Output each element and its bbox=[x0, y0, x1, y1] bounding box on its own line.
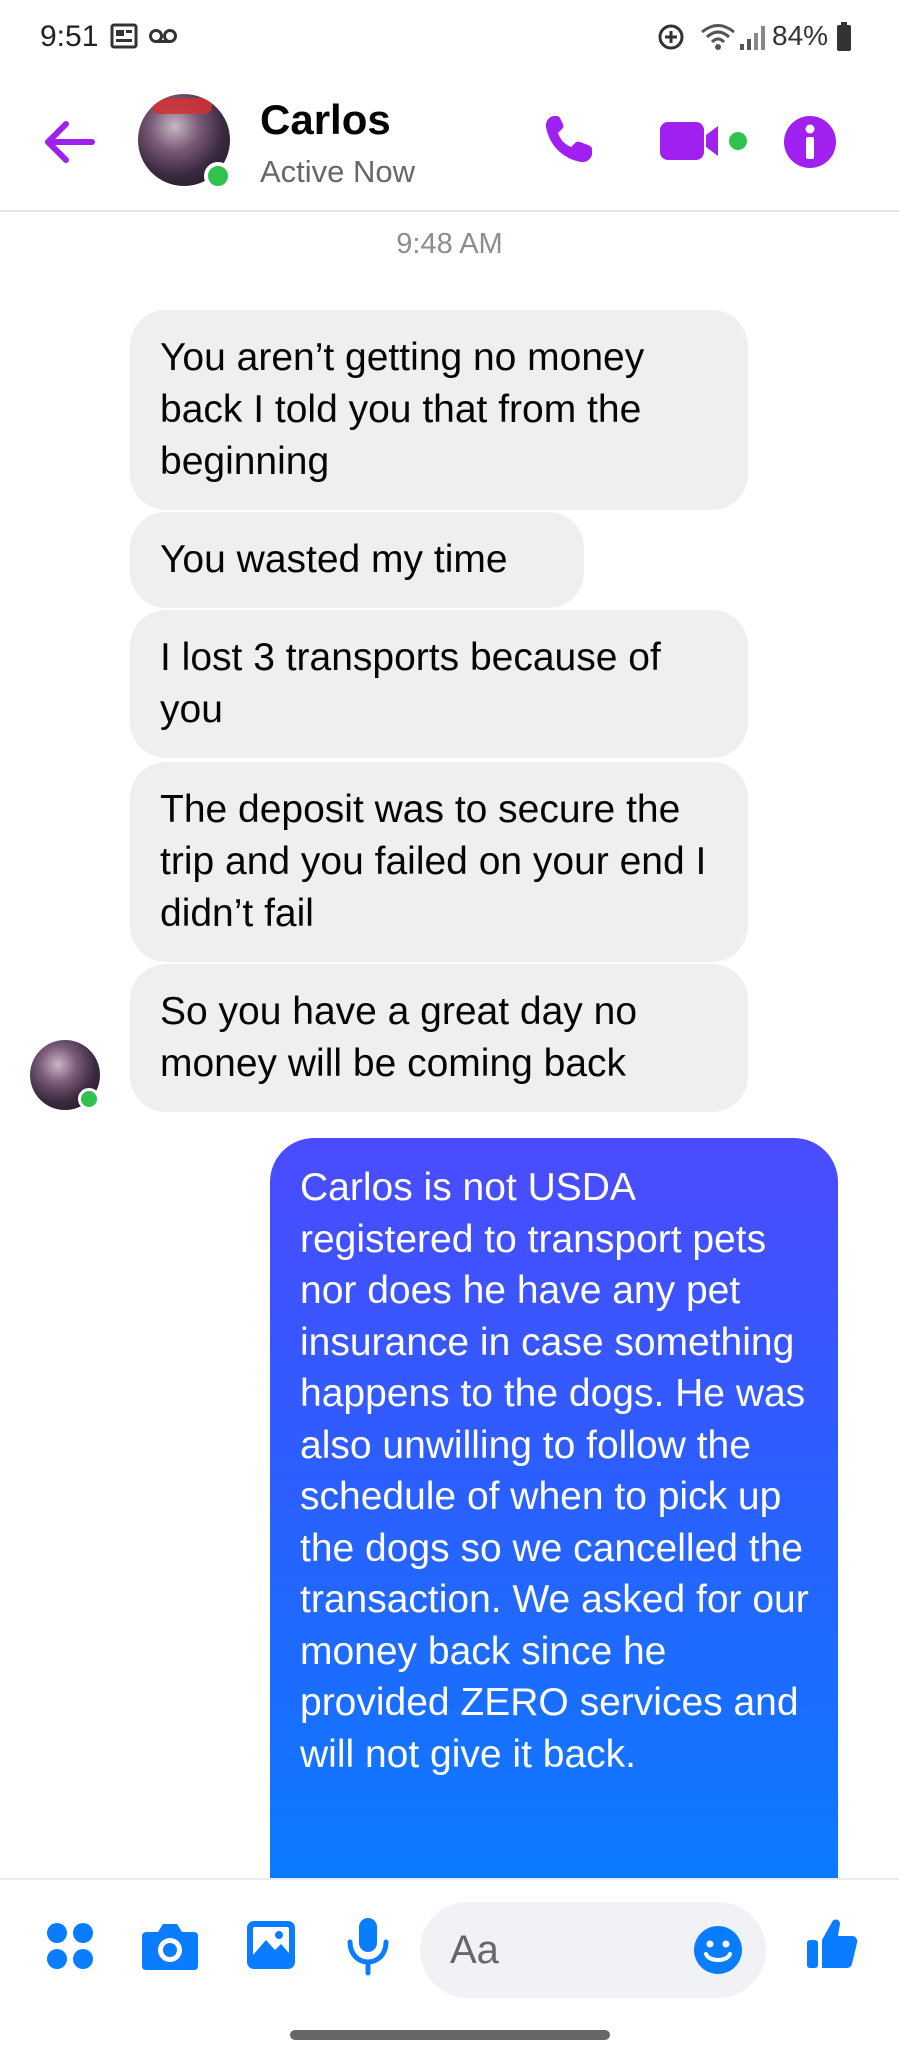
online-indicator bbox=[78, 1088, 100, 1110]
incoming-message[interactable]: I lost 3 transports because of you bbox=[130, 610, 748, 758]
status-bar: 9:51 84% bbox=[0, 0, 899, 74]
incoming-message[interactable]: You aren’t getting no money back I told … bbox=[130, 310, 748, 510]
back-arrow-icon[interactable] bbox=[40, 112, 100, 172]
signal-icon bbox=[740, 26, 765, 50]
contact-name[interactable]: Carlos bbox=[260, 96, 391, 144]
contact-status: Active Now bbox=[260, 154, 416, 189]
phone-call-icon[interactable] bbox=[540, 112, 596, 168]
news-icon bbox=[110, 23, 138, 49]
emoji-icon[interactable] bbox=[692, 1924, 744, 1976]
incoming-message[interactable]: So you have a great day no money will be… bbox=[130, 964, 748, 1112]
message-placeholder: Aa bbox=[450, 1928, 499, 1972]
message-input[interactable]: Aa bbox=[420, 1902, 766, 1998]
data-saver-icon bbox=[658, 24, 684, 50]
battery-icon bbox=[837, 22, 851, 51]
battery-percent: 84% bbox=[772, 20, 829, 51]
info-icon[interactable] bbox=[782, 114, 838, 170]
video-call-icon[interactable] bbox=[658, 118, 750, 164]
message-timestamp: 9:48 AM bbox=[396, 228, 503, 260]
online-indicator bbox=[204, 162, 232, 190]
incoming-message[interactable]: The deposit was to secure the trip and y… bbox=[130, 762, 748, 962]
wifi-icon bbox=[701, 24, 735, 50]
outgoing-message[interactable]: Carlos is not USDA registered to transpo… bbox=[270, 1138, 838, 1898]
message-composer: Aa bbox=[0, 1878, 899, 2048]
microphone-icon[interactable] bbox=[346, 1916, 390, 1976]
status-time: 9:51 bbox=[40, 20, 99, 53]
chat-header: Carlos Active Now bbox=[0, 74, 899, 212]
voicemail-icon bbox=[149, 29, 177, 43]
camera-icon[interactable] bbox=[140, 1920, 200, 1972]
gallery-icon[interactable] bbox=[244, 1918, 298, 1972]
menu-dots-icon[interactable] bbox=[44, 1920, 96, 1972]
thumbs-up-icon[interactable] bbox=[804, 1916, 860, 1972]
home-indicator[interactable] bbox=[290, 2030, 610, 2040]
incoming-message[interactable]: You wasted my time bbox=[130, 512, 584, 608]
